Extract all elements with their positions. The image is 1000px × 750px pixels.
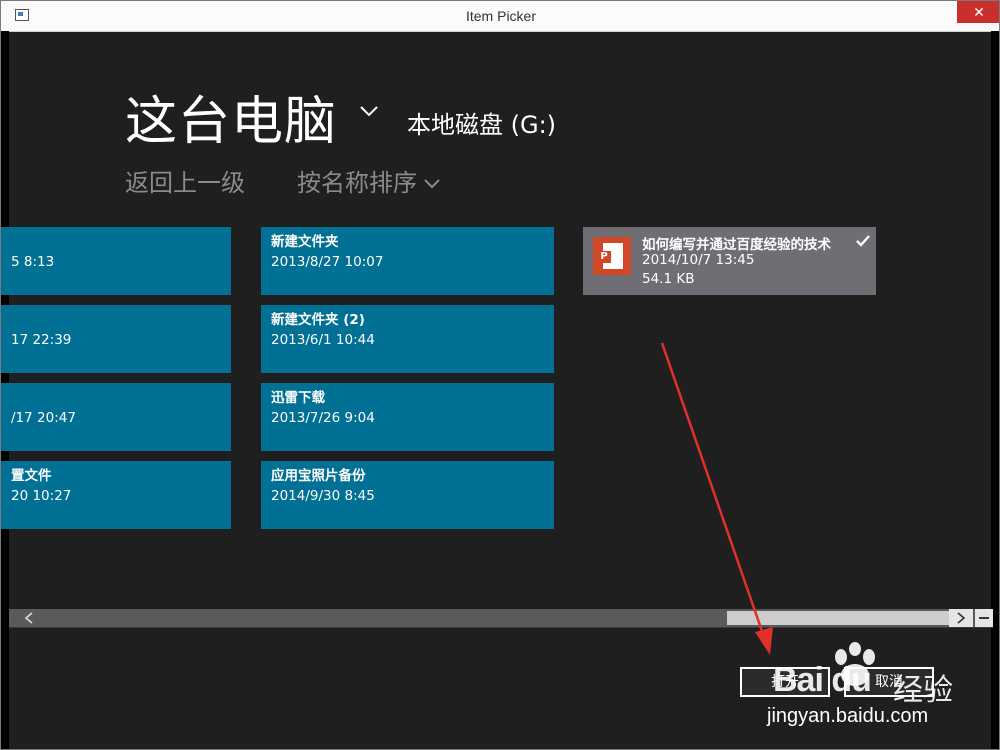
- title-bar[interactable]: Item Picker ✕: [1, 1, 999, 32]
- folder-tile[interactable]: 应用宝照片备份 2014/9/30 8:45: [261, 461, 554, 529]
- powerpoint-file-icon: P: [593, 237, 631, 275]
- baidu-watermark-logo: Bai du: [773, 661, 872, 699]
- checkmark-icon: [856, 235, 870, 247]
- tile-name: 迅雷下载: [271, 390, 325, 406]
- watermark-suffix: 经验: [893, 673, 953, 708]
- folder-tile[interactable]: 置文件 20 10:27: [1, 461, 231, 529]
- location-chevron-down-icon[interactable]: [357, 101, 381, 121]
- folder-tile[interactable]: 5 8:13: [1, 227, 231, 295]
- tile-date: 5 8:13: [11, 254, 55, 270]
- tile-date: 17 22:39: [11, 332, 72, 348]
- sort-by-name-dropdown[interactable]: 按名称排序: [297, 163, 441, 198]
- scroll-right-arrow-icon: [957, 612, 966, 624]
- selected-file-tile[interactable]: P 如何编写并通过百度经验的技术 2014/10/7 13:45 54.1 KB: [583, 227, 876, 295]
- location-title[interactable]: 这台电脑: [125, 79, 337, 154]
- file-size: 54.1 KB: [642, 271, 695, 287]
- tile-name: 置文件: [11, 468, 52, 484]
- close-button[interactable]: ✕: [957, 1, 999, 23]
- semantic-zoom-button[interactable]: [975, 609, 993, 627]
- drive-label: 本地磁盘 (G:): [407, 111, 557, 139]
- window-right-edge: [991, 31, 999, 749]
- tile-date: 2013/7/26 9:04: [271, 410, 375, 426]
- horizontal-scrollbar[interactable]: [9, 609, 993, 627]
- tile-date: 2013/8/27 10:07: [271, 254, 384, 270]
- tile-name: 新建文件夹: [271, 234, 339, 250]
- folder-tile[interactable]: 新建文件夹 (2) 2013/6/1 10:44: [261, 305, 554, 373]
- sort-chevron-down-icon: [424, 179, 440, 189]
- powerpoint-letter: P: [597, 251, 611, 263]
- scroll-left-arrow-icon[interactable]: [23, 612, 35, 624]
- back-up-level-link[interactable]: 返回上一级: [125, 163, 245, 198]
- folder-tile[interactable]: 新建文件夹 2013/8/27 10:07: [261, 227, 554, 295]
- folder-tile[interactable]: 17 22:39: [1, 305, 231, 373]
- watermark-url: jingyan.baidu.com: [767, 705, 929, 727]
- sort-label: 按名称排序: [297, 169, 417, 197]
- tile-date: /17 20:47: [11, 410, 76, 426]
- file-name: 如何编写并通过百度经验的技术: [642, 237, 831, 253]
- footer-divider: [9, 627, 993, 628]
- file-date: 2014/10/7 13:45: [642, 252, 755, 268]
- tile-date: 20 10:27: [11, 488, 72, 504]
- window-title: Item Picker: [465, 8, 536, 24]
- scrollbar-thumb[interactable]: [727, 611, 949, 625]
- tile-name: 应用宝照片备份: [271, 468, 366, 484]
- folder-tile[interactable]: /17 20:47: [1, 383, 231, 451]
- tile-date: 2014/9/30 8:45: [271, 488, 375, 504]
- tile-date: 2013/6/1 10:44: [271, 332, 375, 348]
- tile-name: 新建文件夹 (2): [271, 312, 365, 328]
- scroll-right-button[interactable]: [949, 609, 973, 627]
- item-picker-window: Item Picker ✕ 这台电脑 本地磁盘 (G:) 返回上一级 按名称排序…: [0, 0, 1000, 750]
- folder-tile[interactable]: 迅雷下载 2013/7/26 9:04: [261, 383, 554, 451]
